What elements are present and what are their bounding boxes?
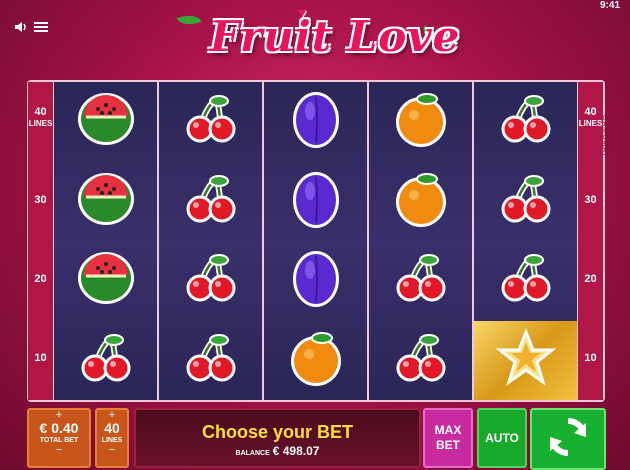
cherries-icon [393, 330, 449, 391]
lines-indicator-left: 40 LINES 30 20 10 [28, 82, 53, 400]
cherries-icon [78, 330, 134, 391]
reel-cell [159, 162, 262, 242]
reel-cell [369, 321, 472, 401]
reel-cell [159, 321, 262, 401]
line-label: 40 LINES [28, 106, 53, 128]
reel-cell [264, 162, 367, 242]
reel-cell [54, 241, 157, 321]
lines-value: 40 [104, 420, 120, 436]
speaker-icon[interactable] [14, 20, 28, 34]
orange-icon [391, 89, 451, 154]
clock: 9:41 [599, 0, 620, 11]
reel-cell [474, 82, 577, 162]
autoplay-button[interactable]: AUTO [477, 408, 527, 468]
cherries-icon [393, 250, 449, 311]
star-icon [495, 327, 556, 393]
line-label: 10 [34, 352, 47, 364]
reel-cell [369, 82, 472, 162]
lines-indicator-right: 40 LINES 30 20 10 [578, 82, 603, 400]
balance-value: € 498.07 [272, 444, 320, 458]
reel-cell [54, 321, 157, 401]
cherries-icon [183, 171, 239, 232]
watermelon-icon [74, 246, 138, 315]
line-label: 40 LINES [578, 106, 603, 128]
orange-icon [391, 169, 451, 234]
cherries-icon [183, 250, 239, 311]
reel-cell [54, 162, 157, 242]
reels-area [54, 82, 577, 400]
max-bet-line2: BET [436, 438, 460, 452]
watermelon-icon [74, 87, 138, 156]
message-box: Choose your BET BALANCE € 498.07 [134, 408, 421, 468]
line-label: 10 [584, 352, 597, 364]
logo-text: Fruit Love [210, 12, 461, 61]
spin-arrows-icon [546, 415, 590, 464]
cherries-icon [183, 91, 239, 152]
game-logo: ♥ Fruit Love [170, 4, 460, 70]
line-label: 20 [34, 273, 47, 285]
plum-icon [288, 167, 344, 236]
reel-cell [264, 241, 367, 321]
reel-cell [159, 241, 262, 321]
status-message: Choose your BET [201, 422, 353, 442]
reel-5 [474, 82, 577, 400]
orange-icon [286, 328, 346, 393]
leaf-decoration [176, 10, 202, 30]
reel-cell [474, 162, 577, 242]
reel-1 [54, 82, 157, 400]
cherries-icon [498, 91, 554, 152]
increase-bet-button[interactable]: + [29, 410, 89, 421]
max-bet-button[interactable]: MAX BET [423, 408, 473, 468]
spin-button[interactable] [530, 408, 606, 470]
reel-cell [369, 241, 472, 321]
reel-cell [264, 321, 367, 401]
reel-cell [264, 82, 367, 162]
balance-label: BALANCE [235, 450, 270, 457]
reel-2 [159, 82, 262, 400]
reel-4 [369, 82, 472, 400]
decrease-bet-button[interactable]: − [29, 445, 89, 456]
provider-brand: GAMOMAT [601, 115, 608, 158]
lines-control[interactable]: + 40 LINES − [95, 408, 129, 468]
reel-cell [474, 241, 577, 321]
hamburger-menu-icon[interactable] [34, 21, 48, 33]
max-bet-line1: MAX [434, 423, 462, 437]
plum-icon [288, 87, 344, 156]
increase-lines-button[interactable]: + [97, 410, 127, 421]
watermelon-icon [74, 167, 138, 236]
line-label: 20 [584, 273, 597, 285]
balance: BALANCE € 498.07 [136, 444, 419, 458]
cherries-icon [183, 330, 239, 391]
reel-cell [474, 320, 577, 400]
reel-cell [369, 162, 472, 242]
reel-cell [159, 82, 262, 162]
plum-icon [288, 246, 344, 315]
line-label: 30 [584, 194, 597, 206]
top-left-controls [14, 20, 48, 34]
reel-3 [264, 82, 367, 400]
cherries-icon [498, 250, 554, 311]
control-panel: + € 0.40 TOTAL BET − + 40 LINES − Choose… [0, 404, 630, 470]
line-label: 30 [34, 194, 47, 206]
reel-cell [54, 82, 157, 162]
total-bet-value: € 0.40 [39, 420, 79, 436]
decrease-lines-button[interactable]: − [97, 445, 127, 456]
cherries-icon [498, 171, 554, 232]
total-bet-control[interactable]: + € 0.40 TOTAL BET − [27, 408, 91, 468]
